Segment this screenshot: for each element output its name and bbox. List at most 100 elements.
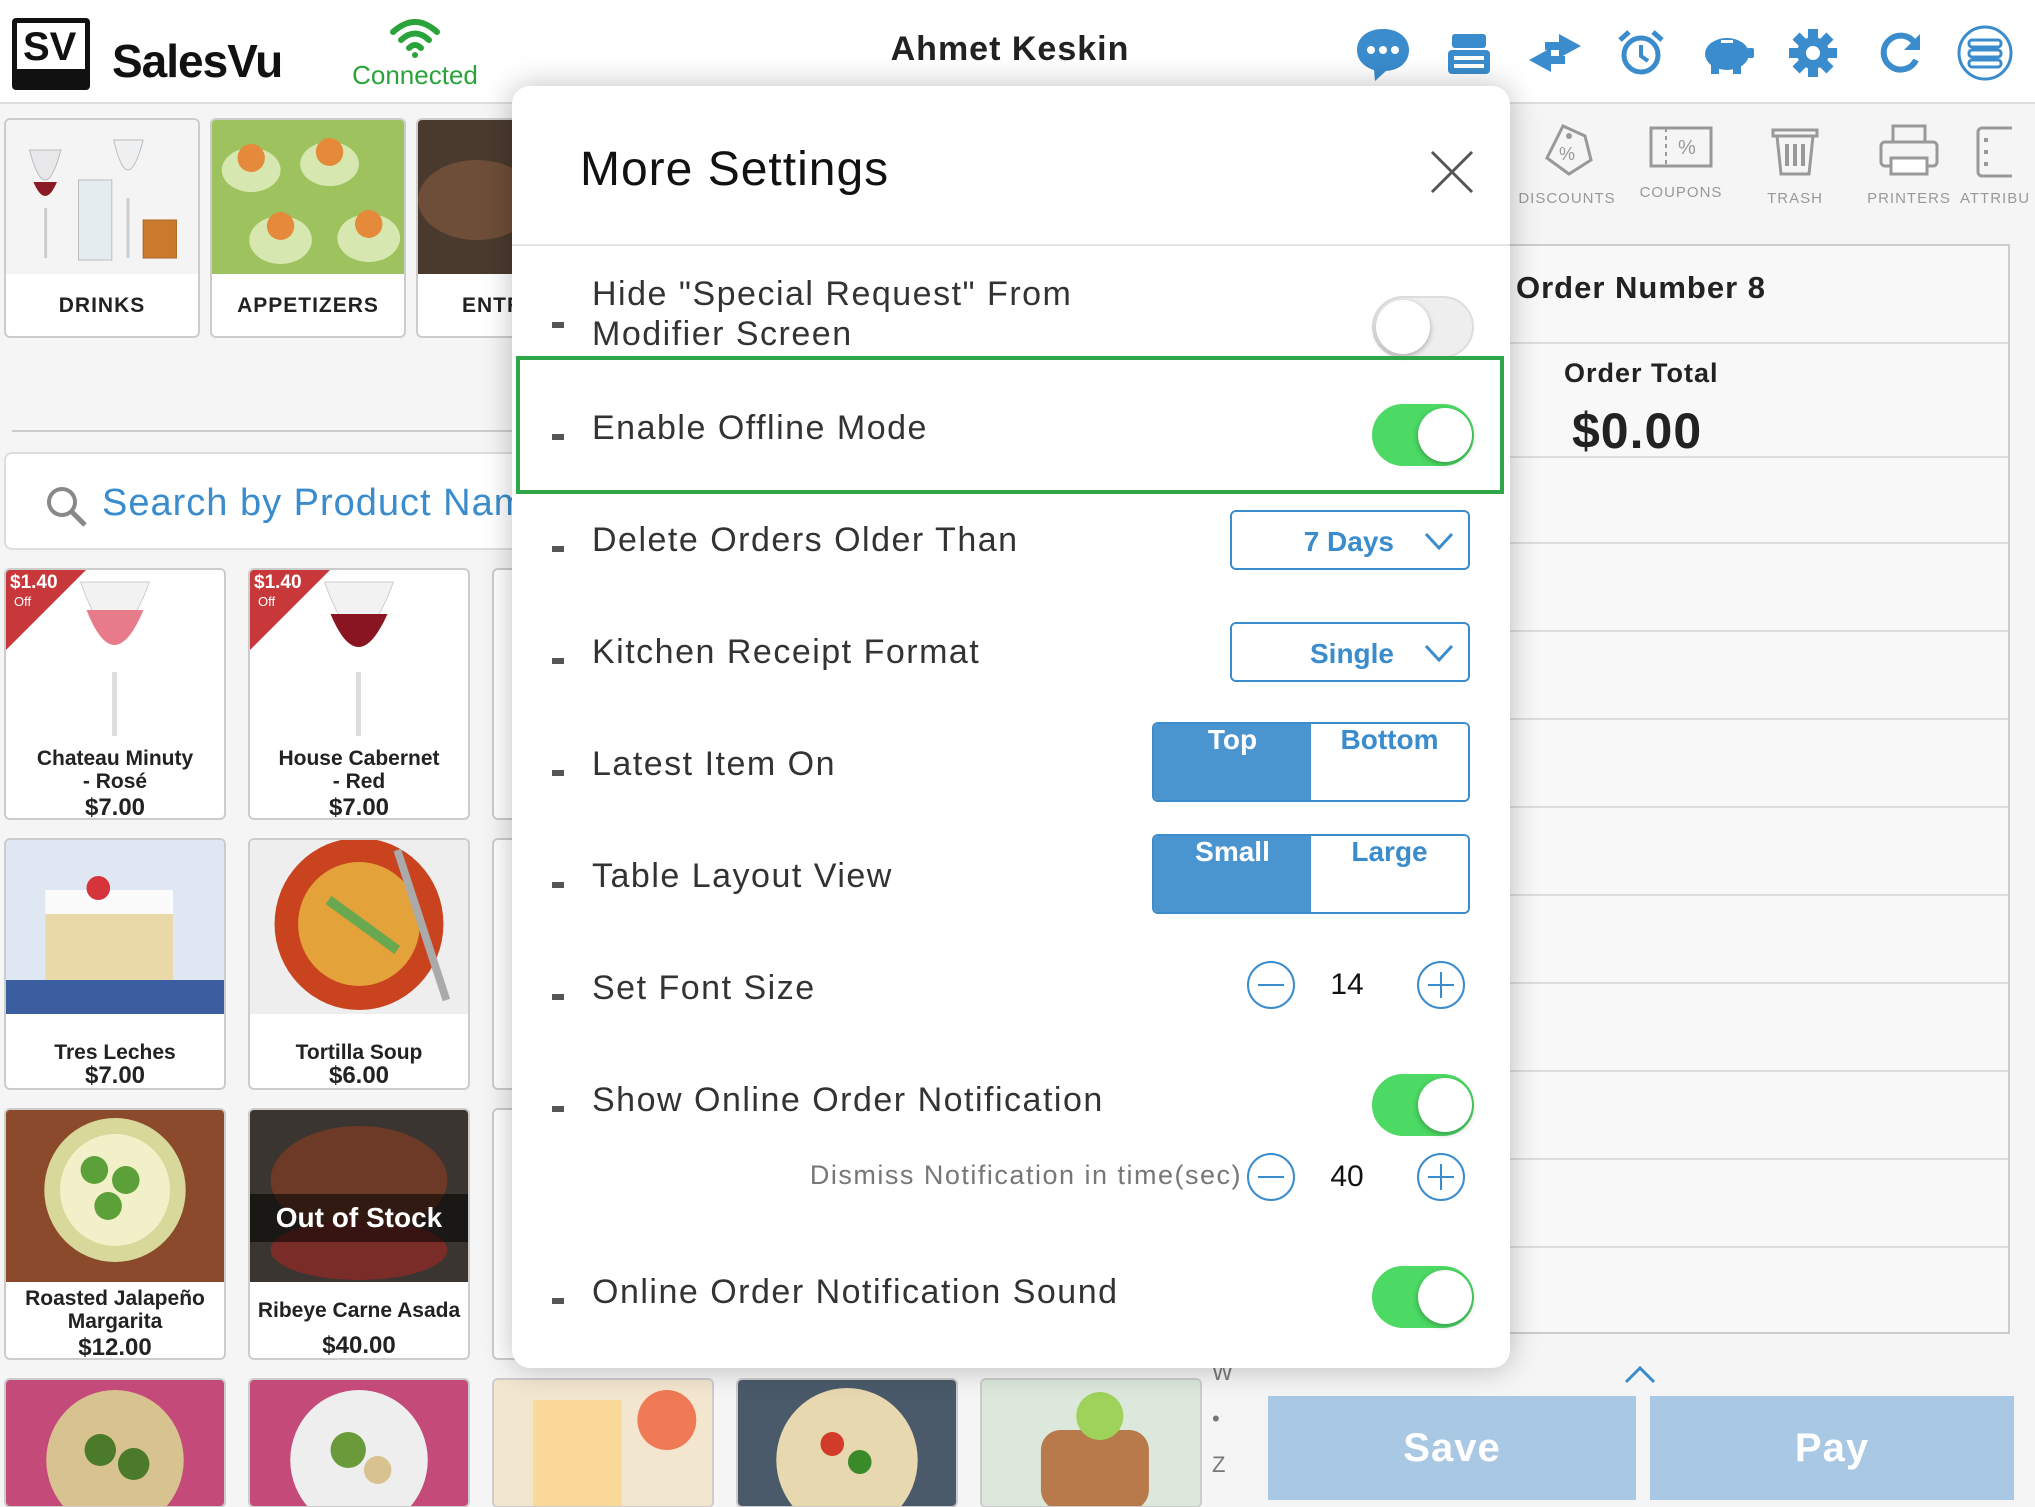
tool-label: ATTRIBU (1960, 190, 2031, 207)
save-button[interactable]: Save (1268, 1396, 1636, 1500)
product-image (738, 1380, 956, 1506)
category-drinks[interactable]: DRINKS (4, 118, 200, 338)
gear-icon[interactable] (1770, 18, 1856, 88)
setting-label: Enable Offline Mode (592, 409, 928, 447)
tool-label: COUPONS (1639, 184, 1723, 201)
product-name-line2: - Red (332, 770, 386, 793)
setting-label: Dismiss Notification in time(sec) (809, 1160, 1242, 1190)
kitchen-receipt-dropdown[interactable]: Single (1230, 622, 1470, 682)
setting-label: Latest Item On (592, 745, 836, 783)
search-icon (47, 487, 87, 527)
product-card[interactable] (980, 1378, 1202, 1507)
product-card[interactable] (4, 1378, 226, 1507)
product-image (6, 1380, 224, 1506)
alpha-index-dot[interactable]: • (1212, 1406, 1220, 1432)
hide-special-request-toggle[interactable] (1372, 296, 1474, 358)
product-card[interactable]: Roasted Jalapeño Margarita $12.00 (4, 1108, 226, 1360)
setting-label: Hide "Special Request" From (592, 275, 1073, 313)
menu-list-icon[interactable] (1942, 18, 2028, 88)
product-card[interactable]: Tres Leches $7.00 (4, 838, 226, 1090)
piggy-bank-icon[interactable] (1684, 18, 1770, 88)
chevron-down-icon (1424, 644, 1454, 662)
decrease-font-icon[interactable] (1246, 960, 1296, 1010)
product-card[interactable]: Out of Stock Ribeye Carne Asada $40.00 (248, 1108, 470, 1360)
search-input[interactable]: Search by Product Name (102, 482, 549, 525)
product-card[interactable]: $1.40 Off House Cabernet - Red $7.00 (248, 568, 470, 820)
order-total-value: $0.00 (1572, 403, 1703, 459)
product-price: $12.00 (78, 1334, 152, 1360)
increase-font-icon[interactable] (1416, 960, 1466, 1010)
product-name: Tres Leches (54, 1041, 176, 1064)
logo: SV (12, 18, 90, 90)
product-price: $40.00 (322, 1332, 396, 1359)
register-icon[interactable] (1426, 18, 1512, 88)
tool-label: TRASH (1767, 190, 1823, 207)
setting-label: Table Layout View (592, 857, 893, 895)
appetizers-image (212, 120, 404, 274)
product-name: Ribeye Carne Asada (257, 1299, 461, 1322)
product-card[interactable] (492, 1378, 714, 1507)
discount-off-label: Off (14, 594, 32, 609)
tool-coupons[interactable]: % COUPONS (1626, 122, 1736, 201)
product-price: $6.00 (328, 1062, 390, 1089)
transfer-icon[interactable] (1512, 18, 1598, 88)
discount-amount: $1.40 (10, 572, 58, 593)
setting-label: Delete Orders Older Than (592, 521, 1019, 559)
product-image (494, 1380, 712, 1506)
chevron-up-icon[interactable] (1624, 1364, 1656, 1384)
discount-off-label: Off (258, 594, 276, 609)
dropdown-value: 7 Days (1303, 526, 1394, 557)
pay-button[interactable]: Pay (1650, 1396, 2014, 1500)
setting-label: Online Order Notification Sound (592, 1273, 1119, 1311)
coupon-icon: % (1649, 126, 1713, 168)
tool-discounts[interactable]: % DISCOUNTS (1512, 122, 1622, 207)
divider (12, 430, 512, 432)
online-notification-toggle[interactable] (1372, 1074, 1474, 1136)
trash-icon (1771, 128, 1819, 176)
refresh-icon[interactable] (1856, 18, 1942, 88)
product-card[interactable] (736, 1378, 958, 1507)
dismiss-time-value: 40 (1330, 1160, 1364, 1193)
product-image (250, 840, 468, 1014)
search-bar[interactable]: Search by Product Name (4, 452, 548, 550)
product-price: $7.00 (84, 1062, 146, 1089)
chat-icon[interactable] (1340, 18, 1426, 88)
category-label: APPETIZERS (237, 294, 379, 317)
product-name-line2: Margarita (67, 1310, 163, 1333)
delete-orders-dropdown[interactable]: 7 Days (1230, 510, 1470, 570)
tool-printers[interactable]: PRINTERS (1854, 122, 1964, 207)
segment-large[interactable]: Large (1311, 836, 1468, 912)
svg-text:%: % (1678, 137, 1697, 159)
dropdown-value: Single (1309, 638, 1394, 669)
setting-label: Kitchen Receipt Format (592, 633, 981, 671)
segment-small[interactable]: Small (1154, 836, 1311, 912)
product-card[interactable] (248, 1378, 470, 1507)
out-of-stock-badge: Out of Stock (250, 1194, 468, 1242)
segment-top[interactable]: Top (1154, 724, 1311, 800)
offline-mode-toggle[interactable] (1372, 404, 1474, 466)
decrease-dismiss-icon[interactable] (1246, 1152, 1296, 1202)
close-icon[interactable] (1430, 150, 1474, 194)
latest-item-segmented: Top Bottom (1152, 722, 1470, 802)
notification-sound-toggle[interactable] (1372, 1266, 1474, 1328)
product-price: $7.00 (84, 794, 146, 820)
alarm-icon[interactable] (1598, 18, 1684, 88)
setting-label-line2: Modifier Screen (592, 315, 853, 353)
alpha-index-z[interactable]: Z (1212, 1452, 1225, 1478)
product-card[interactable]: $1.40 Off Chateau Minuty - Rosé $7.00 (4, 568, 226, 820)
tool-attributes[interactable]: ATTRIBU (1960, 122, 2035, 207)
order-panel: Order Number 8 Order Total $0.00 (1506, 244, 2010, 1334)
product-card[interactable]: Tortilla Soup $6.00 (248, 838, 470, 1090)
increase-dismiss-icon[interactable] (1416, 1152, 1466, 1202)
top-toolbar (1340, 18, 2028, 88)
svg-text:%: % (1559, 144, 1576, 164)
category-appetizers[interactable]: APPETIZERS (210, 118, 406, 338)
tool-label: PRINTERS (1867, 190, 1951, 207)
tool-trash[interactable]: TRASH (1740, 122, 1850, 207)
segment-bottom[interactable]: Bottom (1311, 724, 1468, 800)
font-size-value: 14 (1330, 968, 1364, 1001)
product-price: $7.00 (328, 794, 390, 820)
order-total-label: Order Total (1564, 358, 1719, 388)
logo-text: SV (23, 25, 77, 69)
product-name-line2: - Rosé (82, 770, 148, 793)
